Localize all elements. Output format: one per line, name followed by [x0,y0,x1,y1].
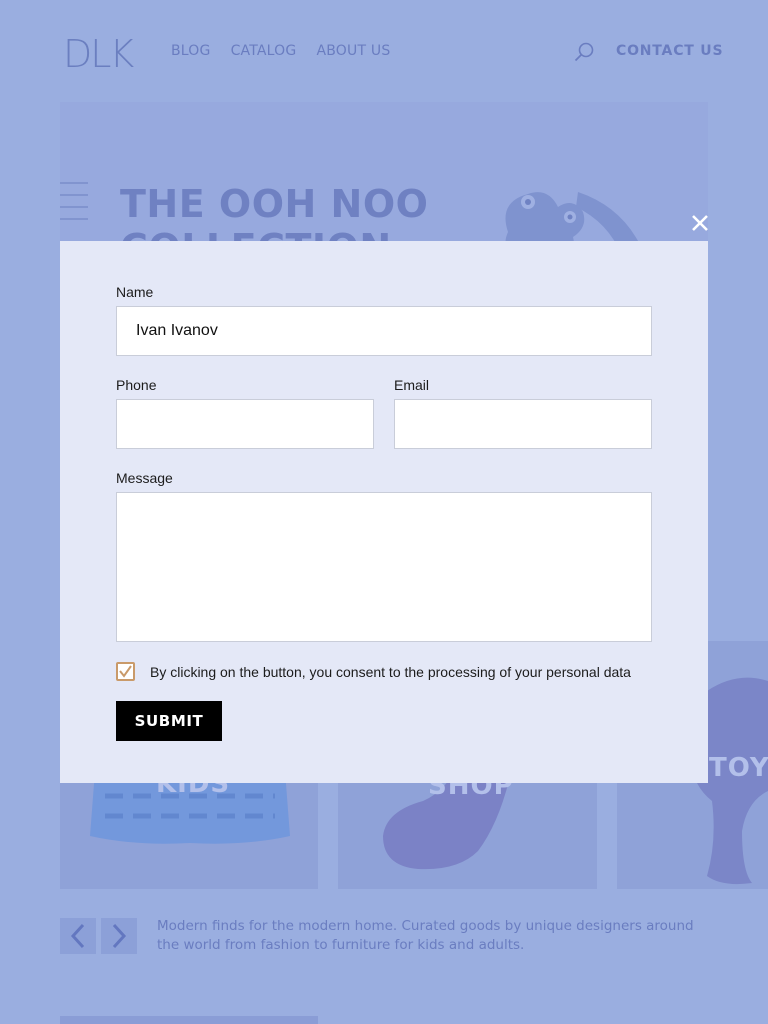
name-label: Name [116,284,154,300]
consent-checkbox[interactable] [116,662,135,681]
chevron-right-icon [112,923,127,949]
nav-catalog[interactable]: CATALOG [231,43,297,59]
logo[interactable]: DLK [63,32,134,76]
phone-label: Phone [116,377,157,393]
chevron-left-icon [70,923,85,949]
search-icon[interactable] [573,41,595,63]
main-nav: BLOG CATALOG ABOUT US [171,43,390,59]
nav-blog[interactable]: BLOG [171,43,211,59]
hero-title-line-1: THE OOH NOO [120,182,429,226]
message-label: Message [116,470,173,486]
card-toys-label: TOYS [709,753,768,783]
message-field[interactable] [116,492,652,642]
email-label: Email [394,377,430,393]
submit-button[interactable]: SUBMIT [116,701,222,741]
slider-prev-button[interactable] [60,918,96,954]
phone-field[interactable] [116,399,374,449]
name-field[interactable] [116,306,652,356]
slider-next-button[interactable] [101,918,137,954]
tagline: Modern finds for the modern home. Curate… [157,918,694,953]
hero-decoration-lines [60,182,88,230]
consent-text: By clicking on the button, you consent t… [150,664,631,680]
email-field[interactable] [394,399,652,449]
checkmark-icon [119,665,132,678]
contact-us-link[interactable]: CONTACT US [616,43,723,59]
next-section-preview [60,1016,318,1024]
nav-about-us[interactable]: ABOUT US [316,43,390,59]
contact-form-modal: Name Phone Email Message By clicking on … [60,241,708,783]
close-icon[interactable] [691,214,709,232]
